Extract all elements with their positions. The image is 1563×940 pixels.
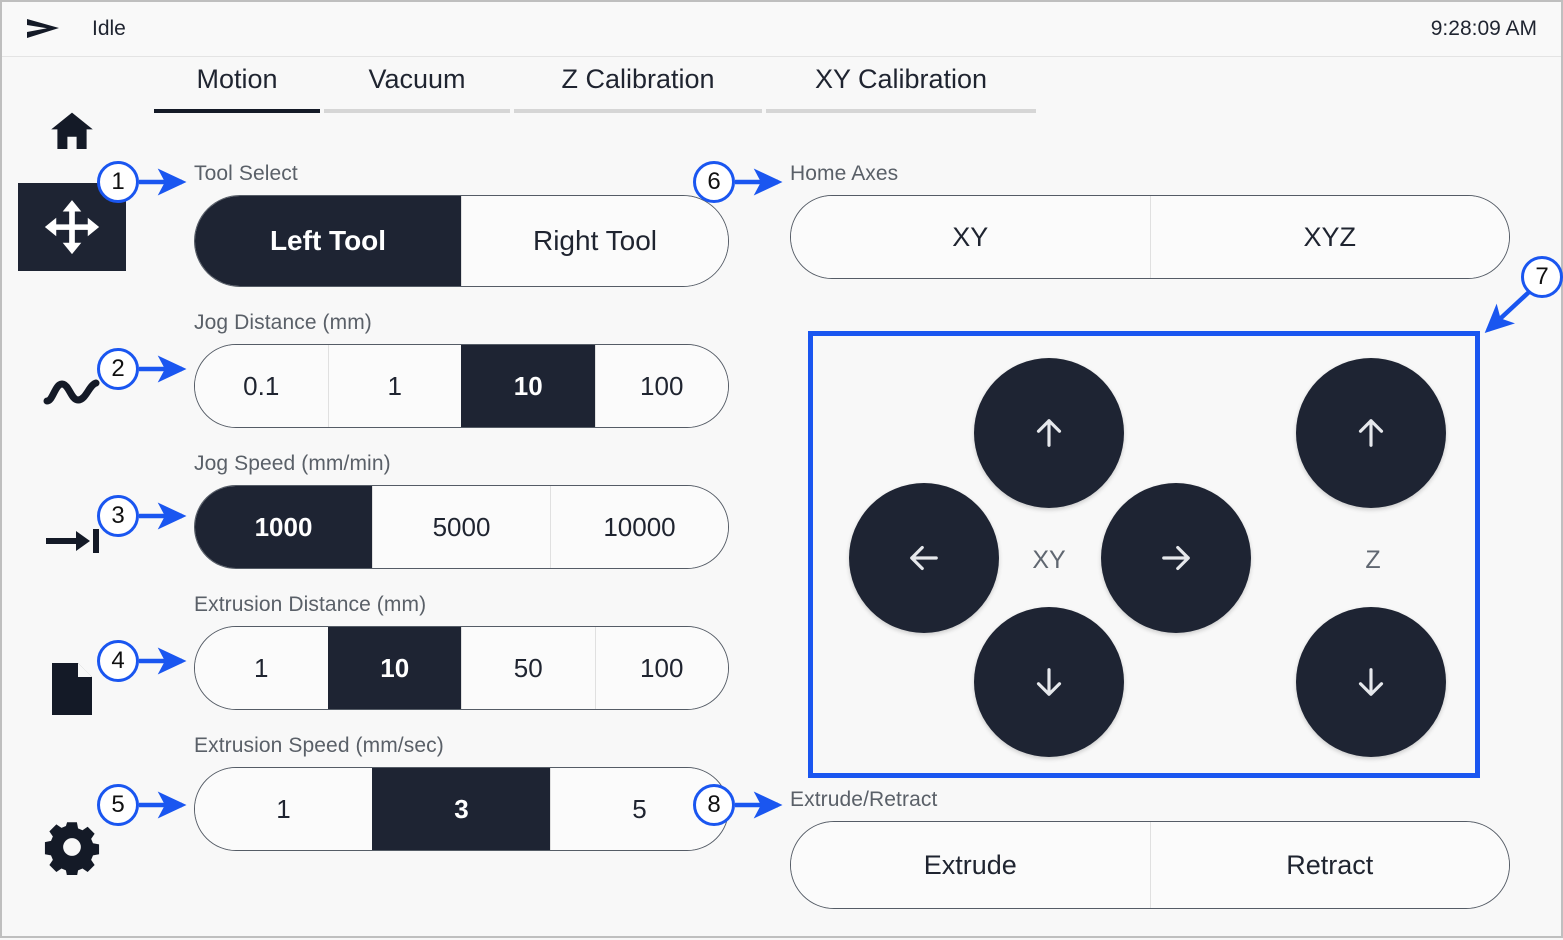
app-window: Idle 9:28:09 AM Motion Vacuum Z Calibrat… [0,0,1563,938]
callout-2: 2 [97,348,139,390]
callout-4: 4 [97,640,139,682]
callout-5: 5 [97,784,139,826]
callout-arrows [139,168,1531,819]
callout-1: 1 [97,161,139,203]
callout-8: 8 [693,784,735,826]
callout-7: 7 [1521,256,1563,298]
callout-3: 3 [97,495,139,537]
callout-6: 6 [693,161,735,203]
